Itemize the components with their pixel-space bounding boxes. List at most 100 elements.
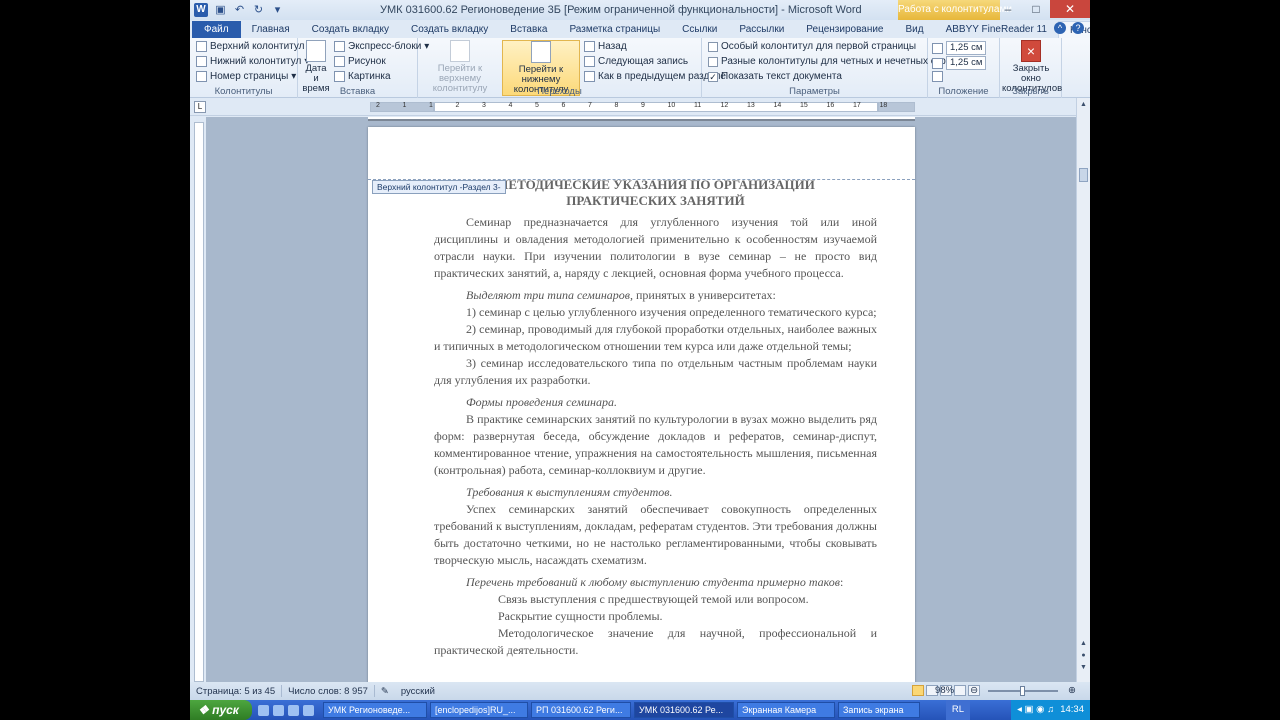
header-dropdown[interactable]: Верхний колонтитул▾ xyxy=(196,41,313,52)
customize-qat-icon[interactable]: ▾ xyxy=(271,4,284,17)
ruler-text-area xyxy=(434,102,878,112)
ruler-number: 9 xyxy=(641,102,645,109)
tab-abbyy[interactable]: ABBYY FineReader 11 xyxy=(935,21,1058,38)
horizontal-ruler[interactable]: L 2 1 1 2 3 4 5 6 7 8 9 10 11 12 13 14 15 16 17 18 xyxy=(190,98,1090,116)
header-icon xyxy=(196,41,207,52)
paragraph: 1) семинар с целью углубленного изучения… xyxy=(466,305,877,319)
ruler-number: 16 xyxy=(826,102,835,109)
quick-parts-dropdown[interactable]: Экспресс-блоки ▾ xyxy=(334,41,429,52)
tab-page-layout[interactable]: Разметка страницы xyxy=(558,21,671,38)
zoom-level[interactable]: 98% xyxy=(929,685,960,696)
minimize-button[interactable]: – xyxy=(994,0,1022,18)
taskbar-item[interactable]: УМК Регионоведе... xyxy=(323,702,427,718)
maximize-button[interactable]: □ xyxy=(1022,0,1050,18)
insert-alignment-tab-button[interactable] xyxy=(932,71,943,82)
group-label: Колонтитулы xyxy=(214,86,273,97)
quick-launch-icon[interactable] xyxy=(258,704,269,716)
zoom-out-icon[interactable]: ⊖ xyxy=(964,685,984,696)
header-section-tag: Верхний колонтитул -Раздел 3- xyxy=(372,180,506,194)
taskbar-item[interactable]: Экранная Камера xyxy=(737,702,835,718)
heading-line-2: ПРАКТИЧЕСКИХ ЗАНЯТИЙ xyxy=(566,193,745,208)
next-page-icon[interactable]: ▼ xyxy=(1079,663,1088,672)
page-number-dropdown[interactable]: Номер страницы ▾ xyxy=(196,71,296,82)
scroll-thumb[interactable] xyxy=(1079,168,1088,182)
quick-launch-icon[interactable] xyxy=(288,704,299,716)
tab-create-1[interactable]: Создать вкладку xyxy=(301,21,400,38)
taskbar-item[interactable]: РП 031600.62 Реги... xyxy=(531,702,631,718)
ruler-number: 13 xyxy=(747,102,755,109)
tab-references[interactable]: Ссылки xyxy=(671,21,728,38)
ruler-number: 14 xyxy=(773,102,782,109)
next-button[interactable]: Следующая запись xyxy=(584,56,688,67)
tab-mailings[interactable]: Рассылки xyxy=(728,21,795,38)
input-language[interactable]: RL xyxy=(945,700,970,720)
contextual-tab-title: Работа с колонтитулами xyxy=(898,0,1012,20)
zoom-in-icon[interactable]: ⊕ xyxy=(1062,685,1082,696)
footer-dropdown[interactable]: Нижний колонтитул▾ xyxy=(196,56,309,67)
start-button[interactable]: ❖ пуск xyxy=(190,700,252,720)
clipart-icon xyxy=(334,71,345,82)
ruler-number: 2 xyxy=(455,102,460,109)
picture-icon xyxy=(334,56,345,67)
word-count[interactable]: Число слов: 8 957 xyxy=(282,686,374,697)
document-page[interactable]: МЕТОДИЧЕСКИЕ УКАЗАНИЯ ПО ОРГАНИЗАЦИИ ПРА… xyxy=(368,127,915,682)
paragraph: В практике семинарских занятий по культу… xyxy=(434,412,877,477)
help-icons: ^ ? xyxy=(1054,22,1084,34)
scroll-up-icon[interactable]: ▲ xyxy=(1079,100,1088,109)
ruler-number: 8 xyxy=(614,102,619,109)
tab-file[interactable]: Файл xyxy=(192,21,241,38)
word-app-icon[interactable]: W xyxy=(194,3,208,17)
ribbon-tabs: Файл Главная Создать вкладку Создать вкл… xyxy=(190,20,1090,38)
browse-object-icon[interactable]: ● xyxy=(1079,651,1088,660)
tab-home[interactable]: Главная xyxy=(241,21,301,38)
ruler-number: 7 xyxy=(588,102,592,109)
tab-review[interactable]: Рецензирование xyxy=(795,21,894,38)
next-icon xyxy=(584,56,595,67)
group-label: Положение xyxy=(938,86,989,97)
quick-launch-icon[interactable] xyxy=(273,704,284,716)
show-document-text-checkbox[interactable]: ✓ Показать текст документа xyxy=(708,71,842,82)
tab-view[interactable]: Вид xyxy=(895,21,935,38)
close-button[interactable]: ✕ xyxy=(1050,0,1090,18)
list-item: Связь выступления с предшествующей темой… xyxy=(498,592,809,606)
spellcheck-icon[interactable]: ✎ xyxy=(375,686,395,697)
tray-icons[interactable]: ◂ ▣ ◉ ♫ xyxy=(1017,700,1054,720)
system-tray: ◂ ▣ ◉ ♫ 14:34 xyxy=(1011,700,1090,720)
print-layout-icon[interactable] xyxy=(912,685,924,696)
save-icon[interactable]: ▣ xyxy=(214,4,227,17)
clipart-button[interactable]: Картинка xyxy=(334,71,391,82)
tab-stop-selector[interactable]: L xyxy=(194,101,206,113)
redo-icon[interactable]: ↻ xyxy=(252,4,265,17)
page-indicator[interactable]: Страница: 5 из 45 xyxy=(190,686,281,697)
paragraph: Семинар предназначается для углубленного… xyxy=(434,215,877,280)
language-indicator[interactable]: русский xyxy=(395,686,441,697)
different-first-page-checkbox[interactable]: Особый колонтитул для первой страницы xyxy=(708,41,916,52)
link-icon xyxy=(584,71,595,82)
undo-icon[interactable]: ↶ xyxy=(233,4,246,17)
quick-launch-icon[interactable] xyxy=(303,704,314,716)
help-icon[interactable]: ? xyxy=(1072,22,1084,34)
picture-button[interactable]: Рисунок xyxy=(334,56,386,67)
footer-position-icon xyxy=(932,57,943,69)
vertical-ruler[interactable] xyxy=(194,122,204,682)
ruler-number: 1 xyxy=(429,102,433,109)
vertical-scrollbar[interactable]: ▲ ▲ ● ▼ xyxy=(1076,98,1090,682)
taskbar-item-active[interactable]: УМК 031600.62 Ре... xyxy=(634,702,734,718)
alignment-tab-icon xyxy=(932,71,943,82)
tab-create-2[interactable]: Создать вкладку xyxy=(400,21,499,38)
collapse-ribbon-icon[interactable]: ^ xyxy=(1054,22,1066,34)
prev-page-icon[interactable]: ▲ xyxy=(1079,639,1088,648)
document-body[interactable]: МЕТОДИЧЕСКИЕ УКАЗАНИЯ ПО ОРГАНИЗАЦИИ ПРА… xyxy=(434,177,877,659)
previous-icon xyxy=(584,41,595,52)
footer-position-spinner[interactable]: 1,25 см xyxy=(932,56,986,70)
clock[interactable]: 14:34 xyxy=(1060,700,1084,720)
taskbar-item[interactable]: Запись экрана xyxy=(838,702,920,718)
zoom-slider[interactable] xyxy=(988,685,1059,696)
quick-parts-icon xyxy=(334,41,345,52)
taskbar-item[interactable]: [enclopedijos]RU_... xyxy=(430,702,528,718)
header-position-spinner[interactable]: 1,25 см xyxy=(932,41,986,55)
previous-button[interactable]: Назад xyxy=(584,41,627,52)
zoom-slider-knob[interactable] xyxy=(1019,685,1025,696)
tab-insert[interactable]: Вставка xyxy=(499,21,558,38)
status-bar: Страница: 5 из 45 Число слов: 8 957 ✎ ру… xyxy=(190,682,1090,700)
